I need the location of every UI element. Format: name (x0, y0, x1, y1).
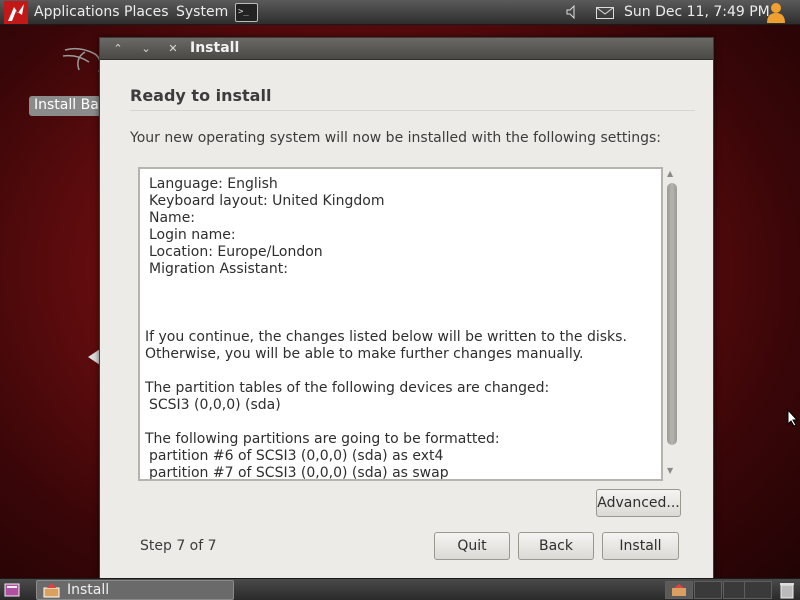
trash-icon[interactable] (779, 581, 795, 599)
mouse-cursor-icon (787, 409, 799, 427)
workspace-1[interactable] (665, 581, 693, 599)
setting-line: Location: Europe/London (149, 244, 323, 260)
summary-scrollbar[interactable]: ▲ ▼ (665, 168, 679, 480)
format-partition: partition #7 of SCSI3 (0,0,0) (sda) as s… (149, 465, 449, 481)
setting-line: Name: (149, 210, 196, 226)
show-desktop-icon[interactable] (4, 582, 20, 598)
setting-line: Language: English (149, 176, 278, 192)
divider (130, 110, 695, 111)
close-icon[interactable]: ✕ (163, 41, 183, 56)
page-title: Ready to install (130, 86, 272, 105)
top-panel: Applications Places System >_ Sun Dec 11… (0, 0, 800, 25)
install-button[interactable]: Install (602, 532, 679, 560)
installer-icon (43, 583, 60, 598)
summary-text-area[interactable]: Language: English Keyboard layout: Unite… (138, 167, 663, 481)
user-icon[interactable] (764, 2, 788, 23)
setting-line: Keyboard layout: United Kingdom (149, 193, 385, 209)
clock[interactable]: Sun Dec 11, 7:49 PM (624, 4, 770, 20)
summary-content: Language: English Keyboard layout: Unite… (145, 176, 627, 481)
format-partition: partition #6 of SCSI3 (0,0,0) (sda) as e… (149, 448, 444, 464)
volume-icon[interactable] (566, 5, 578, 19)
scroll-thumb[interactable] (667, 183, 677, 445)
bottom-panel: Install (0, 578, 800, 600)
installer-icon (672, 584, 686, 596)
applications-menu[interactable]: Applications (34, 4, 120, 20)
workspace-2[interactable] (694, 581, 722, 599)
tables-heading: The partition tables of the following de… (145, 380, 550, 396)
back-button[interactable]: Back (518, 532, 594, 560)
terminal-icon[interactable]: >_ (235, 3, 258, 22)
setting-line: Migration Assistant: (149, 261, 288, 277)
mail-icon[interactable] (596, 7, 614, 19)
workspace-4[interactable] (744, 581, 772, 599)
install-window: ⌃ ⌄ ✕ Install Ready to install Your new … (99, 37, 714, 580)
kali-dragon-icon[interactable] (4, 1, 28, 24)
taskbar-install-button[interactable]: Install (36, 580, 234, 600)
system-menu[interactable]: System (176, 4, 228, 20)
scroll-up-icon[interactable]: ▲ (667, 169, 673, 178)
taskbar-install-label: Install (67, 582, 110, 598)
setting-line: Login name: (149, 227, 236, 243)
install-desktop-icon[interactable]: Install Backtrack (29, 96, 101, 116)
intro-text: Your new operating system will now be in… (130, 130, 662, 146)
table-device: SCSI3 (0,0,0) (sda) (149, 397, 281, 413)
scroll-down-icon[interactable]: ▼ (667, 466, 673, 475)
window-title: Install (190, 40, 240, 56)
advanced-button[interactable]: Advanced... (596, 489, 681, 517)
chevron-up-icon[interactable]: ⌃ (108, 41, 128, 56)
window-titlebar[interactable]: ⌃ ⌄ ✕ Install (100, 38, 713, 60)
step-indicator: Step 7 of 7 (140, 538, 217, 554)
quit-button[interactable]: Quit (434, 532, 510, 560)
places-menu[interactable]: Places (124, 4, 169, 20)
notice-line: Otherwise, you will be able to make furt… (145, 346, 584, 362)
notice-line: If you continue, the changes listed belo… (145, 329, 627, 345)
format-heading: The following partitions are going to be… (145, 431, 500, 447)
chevron-down-icon[interactable]: ⌄ (136, 41, 156, 56)
